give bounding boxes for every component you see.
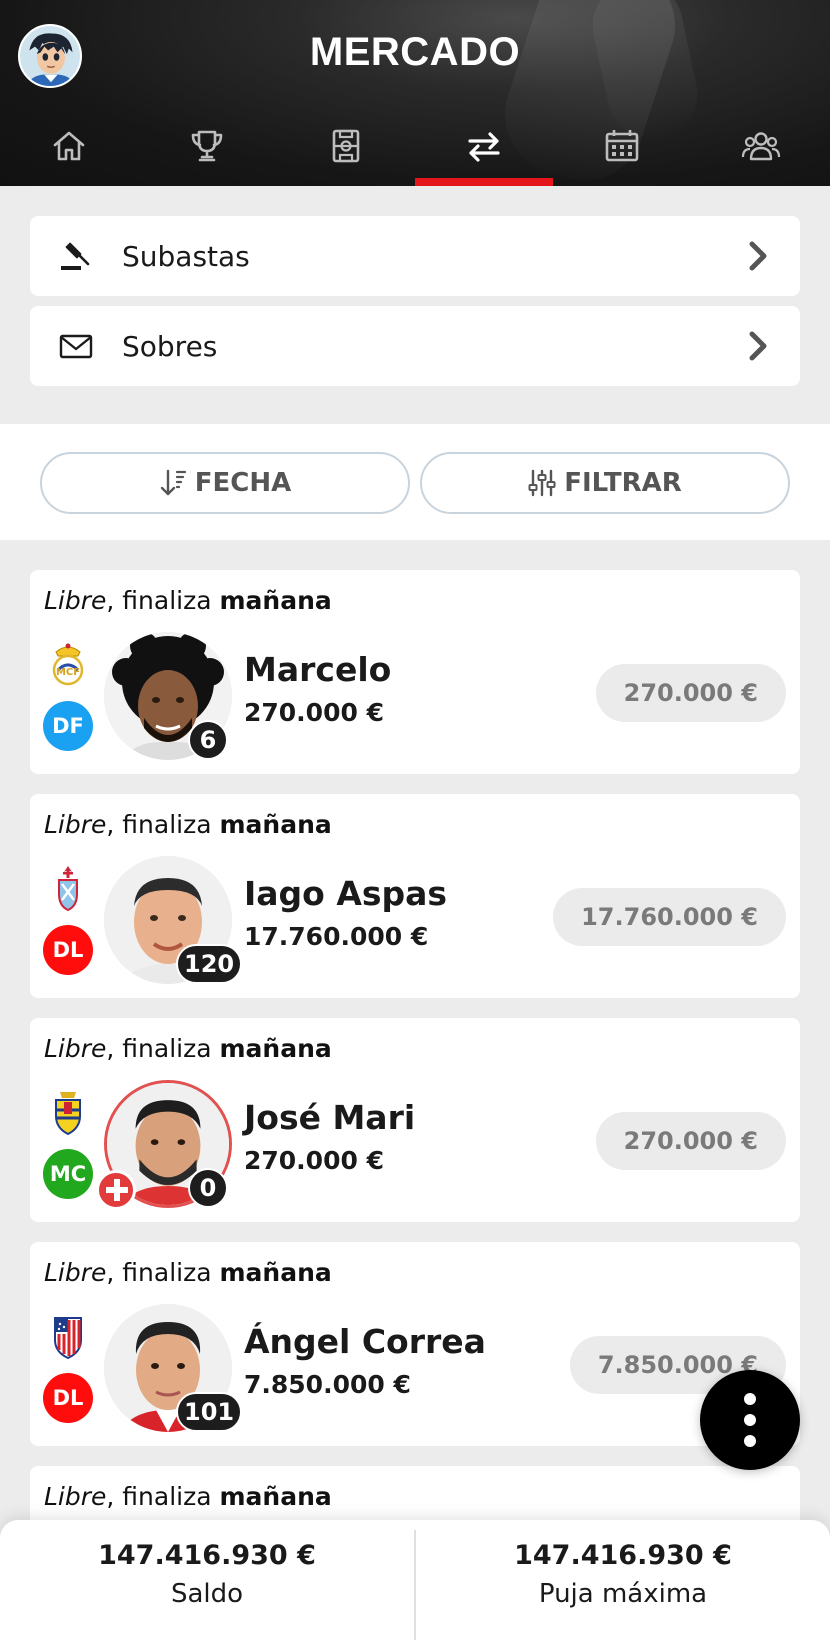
max-bid-value: 147.416.930 € [514, 1540, 732, 1571]
cadiz-crest-icon [55, 1092, 81, 1136]
player-value: 270.000 € [244, 698, 384, 727]
points-badge: 0 [188, 1168, 228, 1208]
main-nav [0, 118, 830, 186]
more-options-button[interactable] [700, 1370, 800, 1470]
sliders-icon [528, 469, 556, 497]
position-badge: DL [43, 1373, 93, 1423]
auctions-label: Subastas [122, 239, 250, 273]
listing-status: Libre, finaliza mañana [44, 1034, 332, 1063]
bid-button[interactable]: 270.000 € [595, 1112, 786, 1170]
users-icon [741, 132, 780, 161]
position-badge: DF [43, 701, 93, 751]
listing-status: Libre, finaliza mañana [44, 810, 332, 839]
player-name: Ángel Correa [244, 1322, 486, 1361]
sort-date-label: FECHA [194, 468, 292, 498]
player-name: Marcelo [244, 650, 392, 689]
chevron-right-icon [749, 241, 767, 271]
injury-cross-icon [96, 1170, 136, 1210]
nav-home[interactable] [0, 118, 138, 186]
sort-descending-icon [160, 469, 186, 496]
player-card[interactable]: Libre, finaliza mañana DL 120 Iago Aspas… [30, 794, 800, 998]
nav-calendar[interactable] [553, 118, 691, 186]
nav-community[interactable] [692, 118, 830, 186]
lineup-icon [332, 129, 360, 163]
more-options-dot-icon [744, 1435, 756, 1447]
listing-status: Libre, finaliza mañana [44, 1482, 332, 1511]
svg-text:MCF: MCF [56, 667, 80, 678]
player-value: 270.000 € [244, 1146, 384, 1175]
nav-league[interactable] [138, 118, 276, 186]
auctions-row[interactable]: Subastas [30, 216, 800, 296]
filter-button[interactable]: FILTRAR [420, 452, 790, 514]
celta-crest-icon [58, 866, 78, 912]
envelopes-row[interactable]: Sobres [30, 306, 800, 386]
player-value: 17.760.000 € [244, 922, 429, 951]
listing-status: Libre, finaliza mañana [44, 1258, 332, 1287]
sort-date-button[interactable]: FECHA [40, 452, 410, 514]
player-card[interactable]: Libre, finaliza mañana MC 0 José Mari 27… [30, 1018, 800, 1222]
real-madrid-crest-icon: MCF [52, 643, 84, 686]
balance-section: 147.416.930 € Saldo [0, 1520, 414, 1640]
nav-lineup[interactable] [277, 118, 415, 186]
chevron-right-icon [749, 331, 767, 361]
envelopes-label: Sobres [122, 329, 218, 363]
balance-footer: 147.416.930 € Saldo 147.416.930 € Puja m… [0, 1520, 830, 1640]
calendar-icon [606, 130, 639, 162]
player-value: 7.850.000 € [244, 1370, 411, 1399]
filter-label: FILTRAR [564, 468, 682, 498]
player-name: José Mari [244, 1098, 416, 1137]
max-bid-section: 147.416.930 € Puja máxima [414, 1530, 830, 1640]
gavel-icon [61, 242, 90, 270]
position-badge: DL [43, 925, 93, 975]
app-header: MERCADO [0, 0, 830, 186]
sort-filter-bar: FECHA FILTRAR [0, 424, 830, 540]
points-badge: 101 [176, 1392, 243, 1432]
more-options-dot-icon [744, 1414, 756, 1426]
atletico-crest-icon [54, 1317, 82, 1360]
transfer-icon [468, 132, 500, 162]
more-options-dot-icon [744, 1393, 756, 1405]
points-badge: 6 [188, 720, 228, 760]
page-title: MERCADO [309, 30, 521, 74]
player-card[interactable]: Libre, finaliza mañana MCF DF 6 Marcelo … [30, 570, 800, 774]
home-icon [53, 131, 85, 161]
trophy-icon [192, 130, 223, 162]
bid-button[interactable]: 17.760.000 € [553, 888, 786, 946]
listing-status: Libre, finaliza mañana [44, 586, 332, 615]
bid-button[interactable]: 270.000 € [595, 664, 786, 722]
envelope-icon [59, 334, 93, 359]
player-card[interactable]: Libre, finaliza mañana DL 101 Ángel Corr… [30, 1242, 800, 1446]
max-bid-label: Puja máxima [538, 1579, 708, 1609]
player-name: Iago Aspas [244, 874, 448, 913]
position-badge: MC [43, 1149, 93, 1199]
balance-label: Saldo [170, 1579, 244, 1609]
balance-value: 147.416.930 € [98, 1540, 316, 1571]
points-badge: 120 [176, 944, 243, 984]
nav-market[interactable] [414, 118, 554, 186]
